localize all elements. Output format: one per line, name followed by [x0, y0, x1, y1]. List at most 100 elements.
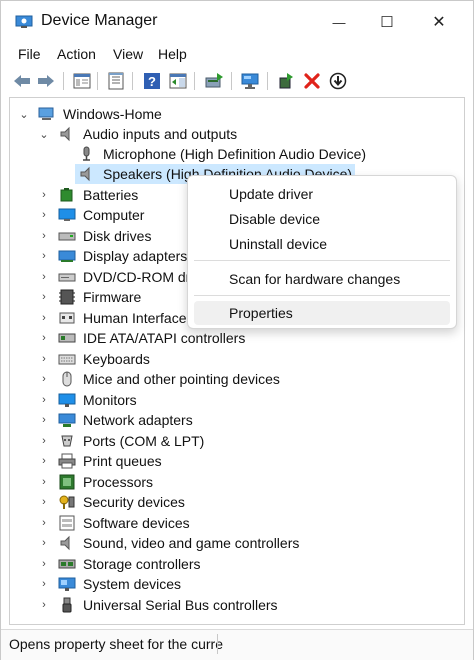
tree-item-monitors[interactable]: › Monitors: [38, 390, 137, 410]
tree-item-sound-controllers[interactable]: › Sound, video and game controllers: [38, 533, 299, 553]
chevron-right-icon[interactable]: ›: [38, 599, 50, 611]
speaker-icon: [80, 166, 90, 182]
chevron-right-icon[interactable]: ›: [38, 537, 50, 549]
update-driver-toolbar-button[interactable]: [203, 70, 225, 92]
chevron-right-icon[interactable]: ›: [38, 455, 50, 467]
menu-file[interactable]: File: [18, 46, 41, 62]
scan-hardware-toolbar-button[interactable]: [239, 70, 261, 92]
monitor-icon: [58, 393, 76, 407]
minimize-button[interactable]: —: [319, 9, 359, 35]
properties-toolbar-button[interactable]: [105, 70, 127, 92]
chevron-right-icon[interactable]: ›: [38, 414, 50, 426]
port-icon: [61, 435, 73, 447]
toolbar-separator: [231, 72, 232, 90]
tree-item-disk-drives[interactable]: › Disk drives: [38, 226, 151, 246]
context-menu: Update driver Disable device Uninstall d…: [187, 175, 457, 329]
back-button[interactable]: [11, 70, 33, 92]
chevron-down-icon[interactable]: ⌄: [38, 128, 50, 141]
chevron-right-icon[interactable]: ›: [38, 230, 50, 242]
context-menu-properties[interactable]: Properties: [194, 301, 450, 325]
microphone-icon: [83, 146, 90, 161]
chevron-right-icon[interactable]: ›: [38, 558, 50, 570]
tree-item-label: Disk drives: [83, 228, 152, 244]
tree-item-label: Security devices: [83, 494, 185, 510]
tree-item-usb-controllers[interactable]: › Universal Serial Bus controllers: [38, 595, 278, 615]
tree-item-ports[interactable]: › Ports (COM & LPT): [38, 431, 204, 451]
context-menu-update-driver[interactable]: Update driver: [194, 182, 450, 206]
computer-icon: [58, 208, 76, 221]
tree-item-software-devices[interactable]: › Software devices: [38, 513, 189, 533]
window-title: Device Manager: [41, 12, 158, 29]
context-menu-uninstall-device[interactable]: Uninstall device: [194, 232, 450, 256]
tree-item-system-devices[interactable]: › System devices: [38, 574, 181, 594]
context-menu-scan-hardware[interactable]: Scan for hardware changes: [194, 267, 450, 291]
tree-item-keyboards[interactable]: › Keyboards: [38, 349, 150, 369]
device-manager-window: Device Manager — ☐ ✕ File Action View He…: [0, 0, 474, 660]
processor-icon: [59, 474, 75, 490]
chevron-right-icon[interactable]: ›: [38, 209, 50, 221]
device-manager-app-icon: [15, 15, 33, 28]
tree-item-network-adapters[interactable]: › Network adapters: [38, 410, 193, 430]
tree-item-computer[interactable]: › Computer: [38, 205, 144, 225]
chevron-right-icon[interactable]: ›: [38, 291, 50, 303]
tree-item-firmware[interactable]: › Firmware: [38, 287, 141, 307]
action-pane-button[interactable]: [167, 70, 189, 92]
chevron-right-icon[interactable]: ›: [38, 250, 50, 262]
action-pane-icon: [169, 73, 187, 89]
tree-item-microphone[interactable]: Microphone (High Definition Audio Device…: [78, 144, 366, 164]
console-tree-icon: [73, 73, 91, 89]
menu-help[interactable]: Help: [158, 46, 187, 62]
back-arrow-icon: [14, 75, 30, 87]
context-menu-disable-device[interactable]: Disable device: [194, 207, 450, 231]
tree-item-label: Computer: [83, 207, 145, 223]
chevron-right-icon[interactable]: ›: [38, 394, 50, 406]
tree-root[interactable]: ⌄ Windows-Home: [18, 104, 161, 124]
maximize-button[interactable]: ☐: [367, 9, 407, 35]
close-button[interactable]: ✕: [419, 9, 459, 35]
tree-item-batteries[interactable]: › Batteries: [38, 185, 138, 205]
menu-bar: File Action View Help: [1, 43, 473, 65]
chevron-right-icon[interactable]: ›: [38, 435, 50, 447]
help-toolbar-button[interactable]: ?: [141, 70, 163, 92]
disable-device-toolbar-button[interactable]: [327, 70, 349, 92]
chevron-right-icon[interactable]: ›: [38, 476, 50, 488]
keyboard-icon: [58, 354, 76, 365]
status-divider: [217, 634, 218, 654]
chevron-right-icon[interactable]: ›: [38, 578, 50, 590]
chevron-right-icon[interactable]: ›: [38, 312, 50, 324]
hid-icon: [59, 312, 75, 324]
tree-item-label: Firmware: [83, 289, 142, 305]
enable-device-toolbar-button[interactable]: [275, 70, 297, 92]
chevron-right-icon[interactable]: ›: [38, 496, 50, 508]
tree-item-security-devices[interactable]: › Security devices: [38, 492, 185, 512]
chevron-right-icon[interactable]: ›: [38, 332, 50, 344]
close-icon: ✕: [432, 14, 446, 31]
tree-item-storage-controllers[interactable]: › Storage controllers: [38, 554, 201, 574]
tree-item-print-queues[interactable]: › Print queues: [38, 451, 161, 471]
menu-view[interactable]: View: [113, 46, 143, 62]
title-bar: Device Manager — ☐ ✕: [1, 1, 473, 43]
tree-item-label: Microphone (High Definition Audio Device…: [103, 146, 367, 162]
forward-button[interactable]: [35, 70, 57, 92]
tree-item-audio[interactable]: ⌄ Audio inputs and outputs: [38, 124, 237, 144]
mouse-icon: [62, 371, 72, 387]
tree-item-label: Sound, video and game controllers: [83, 535, 300, 551]
tree-item-label: Universal Serial Bus controllers: [83, 597, 278, 613]
tree-item-processors[interactable]: › Processors: [38, 472, 153, 492]
chevron-right-icon[interactable]: ›: [38, 373, 50, 385]
chevron-down-icon[interactable]: ⌄: [18, 108, 30, 121]
menu-action[interactable]: Action: [57, 46, 96, 62]
tree-item-label: Storage controllers: [83, 556, 201, 572]
chevron-right-icon[interactable]: ›: [38, 189, 50, 201]
tree-item-mice[interactable]: › Mice and other pointing devices: [38, 369, 280, 389]
tree-item-display-adapters[interactable]: › Display adapters: [38, 246, 187, 266]
tree-item-ide-controllers[interactable]: › IDE ATA/ATAPI controllers: [38, 328, 245, 348]
tree-item-label: Processors: [83, 474, 154, 490]
context-menu-separator: [194, 260, 450, 261]
chevron-right-icon[interactable]: ›: [38, 353, 50, 365]
help-icon: ?: [144, 73, 160, 89]
chevron-right-icon[interactable]: ›: [38, 271, 50, 283]
uninstall-device-toolbar-button[interactable]: [301, 70, 323, 92]
chevron-right-icon[interactable]: ›: [38, 517, 50, 529]
show-hide-tree-button[interactable]: [71, 70, 93, 92]
